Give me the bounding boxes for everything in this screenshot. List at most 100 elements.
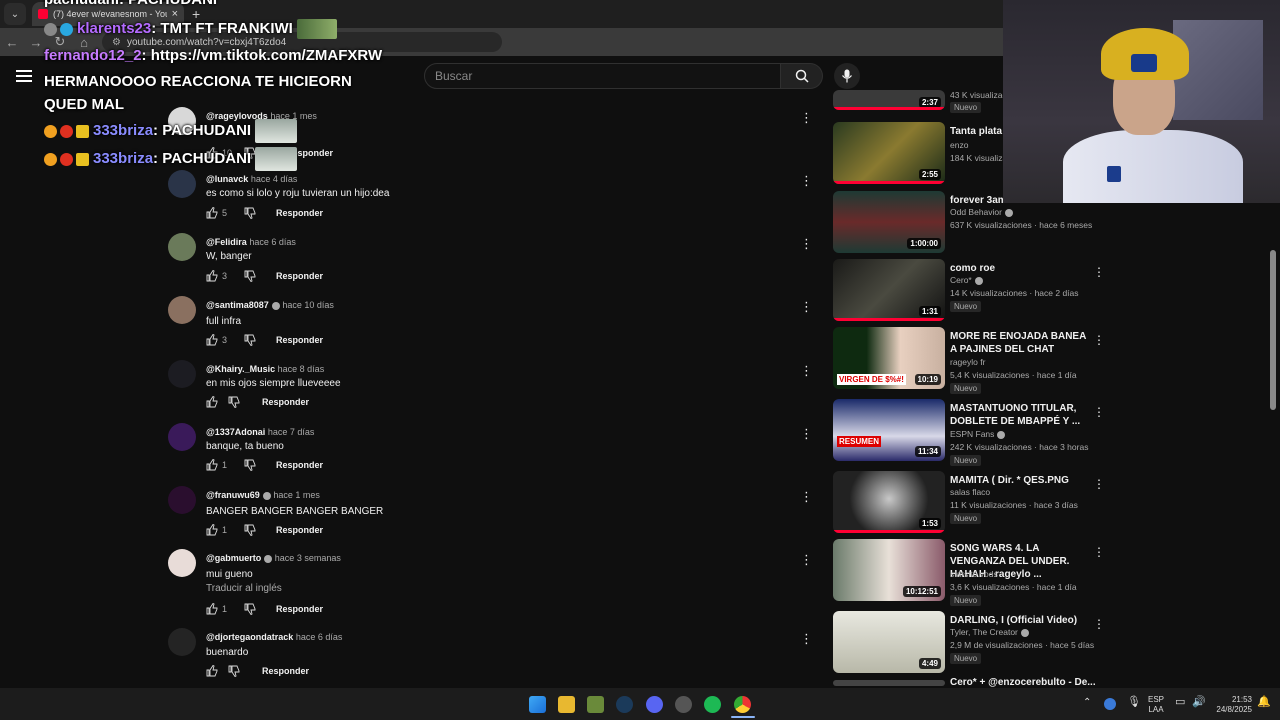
- forward-icon[interactable]: →: [24, 35, 48, 50]
- comment-time[interactable]: hace 6 días: [249, 237, 296, 247]
- video-menu-icon[interactable]: ⋮: [1093, 405, 1105, 419]
- comment-handle[interactable]: @1337Adonai: [206, 427, 265, 437]
- video-menu-icon[interactable]: ⋮: [1093, 545, 1105, 559]
- video-thumbnail[interactable]: 4:49: [833, 611, 945, 673]
- comment-handle[interactable]: @lunavck: [206, 174, 248, 184]
- reply-button[interactable]: Responder: [276, 604, 323, 614]
- channel-name[interactable]: Cero*: [950, 275, 972, 285]
- video-channel[interactable]: Cero*: [950, 275, 983, 285]
- comment-time[interactable]: hace 1 mes: [273, 490, 320, 500]
- reply-button[interactable]: Responder: [276, 335, 323, 345]
- comment-menu-icon[interactable]: ⋮: [800, 300, 813, 313]
- avatar[interactable]: [168, 233, 196, 261]
- dislike-icon[interactable]: [228, 665, 240, 677]
- notification-icon[interactable]: 🔔: [1257, 697, 1271, 708]
- browser-tab[interactable]: (7) 4ever w/evanesnom - YouTu ×: [32, 2, 184, 26]
- menu-icon[interactable]: [16, 70, 32, 82]
- reply-button[interactable]: Responder: [276, 525, 323, 535]
- comment-time[interactable]: hace 4 días: [251, 174, 298, 184]
- file-explorer-icon[interactable]: [558, 696, 575, 713]
- comment-handle[interactable]: @Khairy._Music: [206, 364, 275, 374]
- tab-close-icon[interactable]: ×: [172, 8, 178, 20]
- video-thumbnail[interactable]: VIRGEN DE $%#! 10:19: [833, 327, 945, 389]
- video-menu-icon[interactable]: ⋮: [1093, 333, 1105, 347]
- dislike-icon[interactable]: [244, 207, 256, 219]
- avatar[interactable]: [168, 549, 196, 577]
- avatar[interactable]: [168, 296, 196, 324]
- reply-button[interactable]: Responder: [276, 208, 323, 218]
- video-item[interactable]: VIRGEN DE $%#! 10:19 MORE RE ENOJADA BAN…: [833, 327, 1105, 394]
- video-thumbnail[interactable]: 10:12:51: [833, 539, 945, 601]
- url-field[interactable]: ⚙ youtube.com/watch?v=cbxj4T6zdo4: [102, 32, 502, 52]
- like-icon[interactable]: [206, 603, 218, 615]
- video-item[interactable]: Cero* + @enzocerebulto - De...: [833, 677, 1103, 688]
- like-icon[interactable]: [206, 524, 218, 536]
- video-item[interactable]: RESUMEN 11:34 MASTANTUONO TITULAR, DOBLE…: [833, 399, 1105, 466]
- scrollbar-thumb[interactable]: [1270, 250, 1276, 410]
- avatar[interactable]: [168, 107, 196, 135]
- avatar[interactable]: [168, 360, 196, 388]
- video-channel[interactable]: rageylo fr: [950, 357, 985, 367]
- channel-name[interactable]: ESPN Fans: [950, 429, 994, 439]
- reply-button[interactable]: Responder: [286, 148, 333, 158]
- video-channel[interactable]: Tyler, The Creator: [950, 627, 1029, 637]
- avatar[interactable]: [168, 423, 196, 451]
- back-icon[interactable]: ←: [0, 35, 24, 50]
- video-item[interactable]: 1:53 MAMITA ( Dir. * QES.PNG salas flaco…: [833, 471, 1105, 535]
- tray-app-icon[interactable]: [1104, 698, 1116, 710]
- comment-menu-icon[interactable]: ⋮: [800, 237, 813, 250]
- chrome-icon[interactable]: [734, 696, 751, 713]
- comment-handle[interactable]: @rageylovods: [206, 111, 268, 121]
- avatar[interactable]: [168, 486, 196, 514]
- video-thumbnail[interactable]: 2:37: [833, 90, 945, 110]
- volume-icon[interactable]: 🔊: [1192, 697, 1206, 708]
- video-title[interactable]: MAMITA ( Dir. * QES.PNG: [950, 474, 1090, 487]
- comment-menu-icon[interactable]: ⋮: [800, 111, 813, 124]
- comment-time[interactable]: hace 8 días: [278, 364, 325, 374]
- windows-start-icon[interactable]: [529, 696, 546, 713]
- tray-chevron-icon[interactable]: ⌃: [1083, 698, 1091, 708]
- video-menu-icon[interactable]: ⋮: [1093, 477, 1105, 491]
- comment-time[interactable]: hace 1 mes: [270, 111, 317, 121]
- new-tab-button[interactable]: +: [192, 6, 200, 22]
- video-thumbnail[interactable]: 1:00:00: [833, 191, 945, 253]
- search-button[interactable]: [781, 63, 823, 89]
- tray-mic-icon[interactable]: 🎙: [1127, 697, 1141, 708]
- comment-time[interactable]: hace 7 días: [268, 427, 315, 437]
- language-indicator[interactable]: ESP LAA: [1148, 695, 1164, 715]
- dislike-icon[interactable]: [244, 270, 256, 282]
- avatar[interactable]: [168, 170, 196, 198]
- video-channel[interactable]: salas flaco: [950, 487, 990, 497]
- video-channel[interactable]: enzo: [950, 140, 968, 150]
- comment-menu-icon[interactable]: ⋮: [800, 632, 813, 645]
- minecraft-icon[interactable]: [587, 696, 604, 713]
- video-title[interactable]: DARLING, I (Official Video): [950, 614, 1090, 627]
- search-input[interactable]: Buscar: [424, 63, 781, 89]
- comment-time[interactable]: hace 3 semanas: [275, 553, 341, 563]
- reload-icon[interactable]: ↻: [48, 34, 72, 50]
- like-icon[interactable]: [206, 147, 218, 159]
- obs-icon[interactable]: [675, 696, 692, 713]
- comment-menu-icon[interactable]: ⋮: [800, 427, 813, 440]
- video-thumbnail[interactable]: RESUMEN 11:34: [833, 399, 945, 461]
- like-icon[interactable]: [206, 270, 218, 282]
- steam-icon[interactable]: [616, 696, 633, 713]
- reply-button[interactable]: Responder: [276, 271, 323, 281]
- dislike-icon[interactable]: [244, 147, 256, 159]
- video-channel[interactable]: starsito vods: [950, 569, 998, 579]
- translate-link[interactable]: Traducir al inglés: [206, 583, 282, 594]
- like-icon[interactable]: [206, 665, 218, 677]
- dislike-icon[interactable]: [244, 524, 256, 536]
- video-thumbnail[interactable]: 1:53: [833, 471, 945, 533]
- comment-time[interactable]: hace 6 días: [296, 632, 343, 642]
- comment-handle[interactable]: @santima8087: [206, 300, 269, 310]
- like-icon[interactable]: [206, 334, 218, 346]
- video-thumbnail[interactable]: [833, 680, 945, 686]
- dislike-icon[interactable]: [244, 334, 256, 346]
- comment-menu-icon[interactable]: ⋮: [800, 174, 813, 187]
- video-title[interactable]: MASTANTUONO TITULAR, DOBLETE DE MBAPPÉ Y…: [950, 402, 1090, 428]
- tab-search-button[interactable]: ⌄: [4, 3, 26, 25]
- comment-menu-icon[interactable]: ⋮: [800, 364, 813, 377]
- comment-handle[interactable]: @franuwu69: [206, 490, 260, 500]
- clock[interactable]: 21:53 24/8/2025: [1210, 695, 1252, 715]
